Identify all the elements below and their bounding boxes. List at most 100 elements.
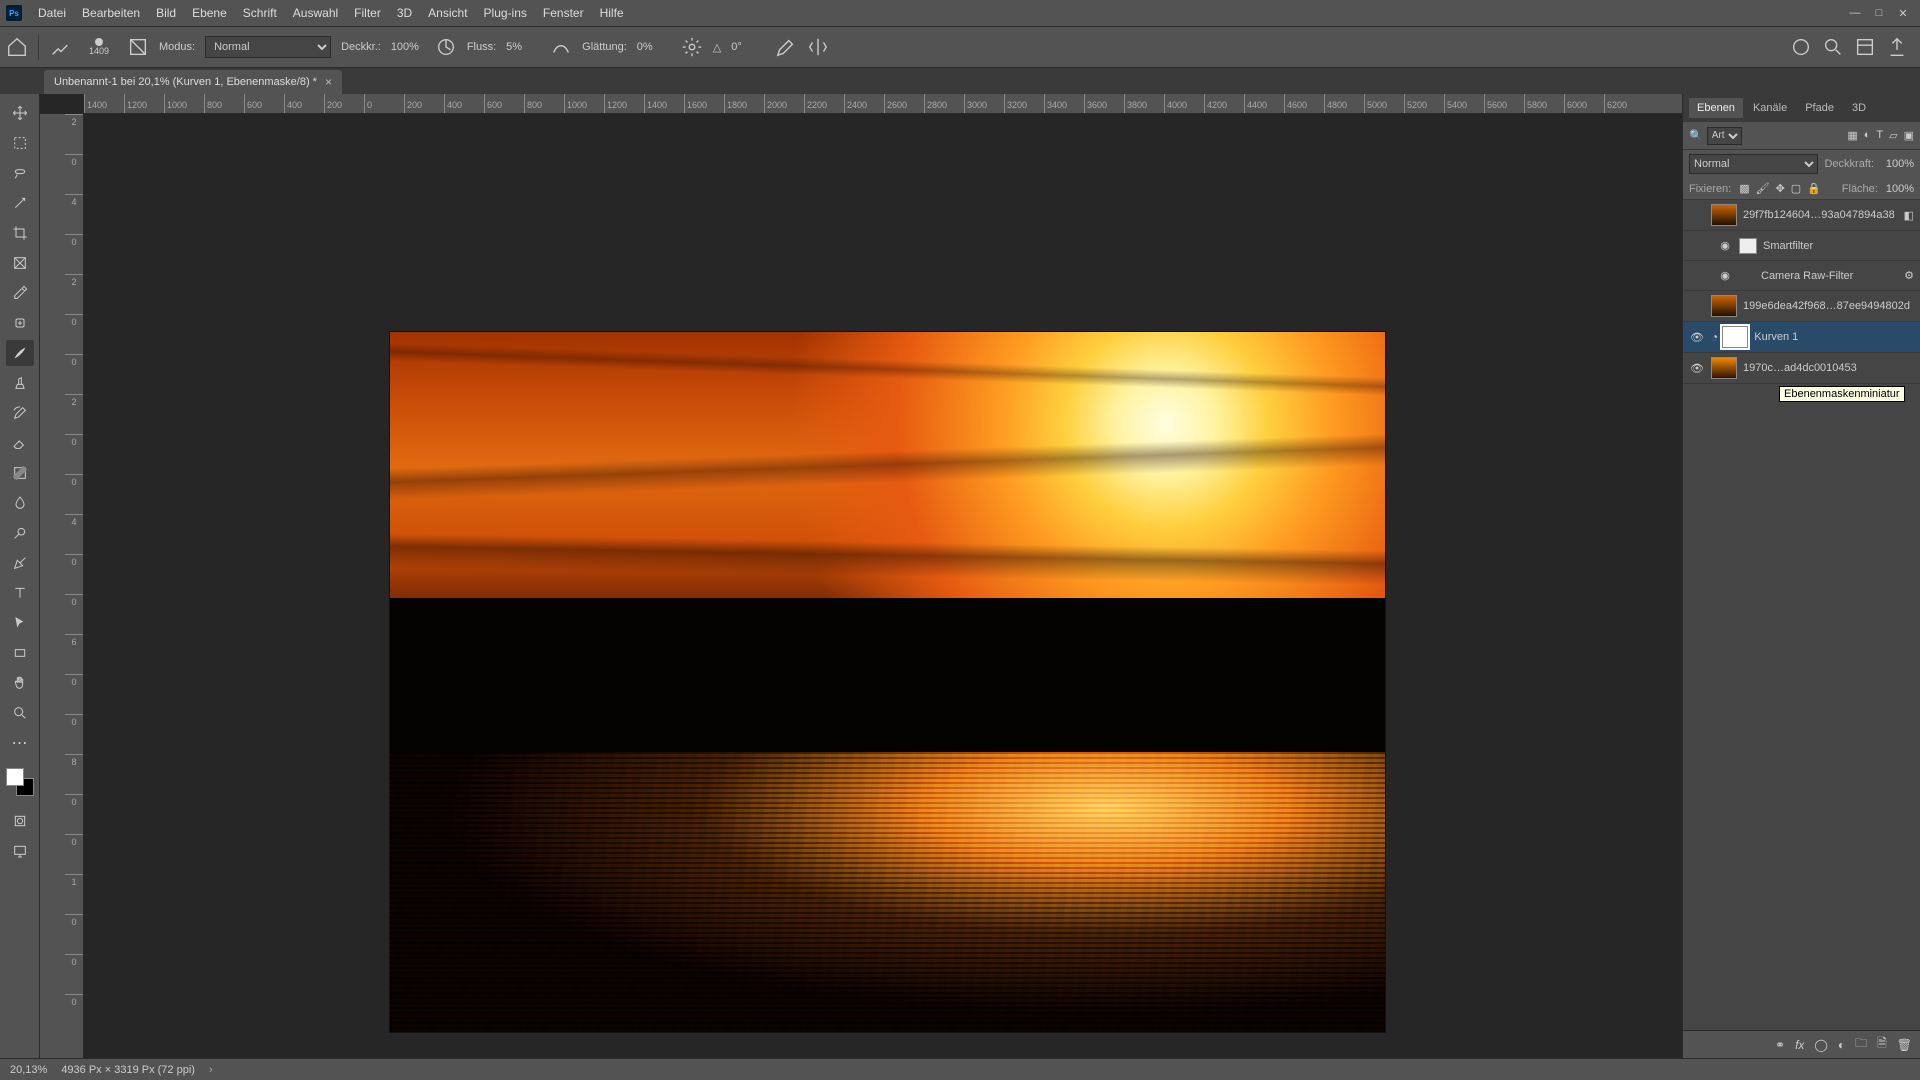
filter-smart-icon[interactable]: ▣ bbox=[1904, 129, 1914, 142]
color-swatches[interactable] bbox=[6, 768, 34, 796]
link-layers-button[interactable]: ⚭ bbox=[1775, 1038, 1785, 1052]
lasso-tool[interactable] bbox=[6, 160, 34, 186]
filter-adjust-icon[interactable]: ◐ bbox=[1864, 129, 1871, 142]
tool-preset-button[interactable] bbox=[49, 36, 71, 58]
gradient-tool[interactable] bbox=[6, 460, 34, 486]
status-flyout-button[interactable]: › bbox=[209, 1064, 213, 1076]
search-icon[interactable] bbox=[1822, 36, 1844, 58]
new-layer-button[interactable]: 🗎 bbox=[1877, 1034, 1887, 1055]
layer-opacity-value[interactable]: 100% bbox=[1880, 158, 1914, 170]
eyedropper-tool[interactable] bbox=[6, 280, 34, 306]
visibility-toggle[interactable]: 👁 bbox=[1689, 360, 1705, 376]
window-maximize-button[interactable]: □ bbox=[1868, 5, 1890, 21]
menu-hilfe[interactable]: Hilfe bbox=[592, 6, 632, 20]
menu-schrift[interactable]: Schrift bbox=[235, 6, 285, 20]
type-tool[interactable] bbox=[6, 580, 34, 606]
layer-row[interactable]: ◉ Smartfilter bbox=[1683, 231, 1920, 261]
zoom-level[interactable]: 20,13% bbox=[10, 1064, 47, 1076]
layer-blend-mode-select[interactable]: Normal bbox=[1689, 154, 1818, 174]
filter-pixel-icon[interactable]: ▦ bbox=[1847, 129, 1857, 142]
window-minimize-button[interactable]: — bbox=[1844, 5, 1866, 21]
lock-pixels-icon[interactable]: 🖌 bbox=[1756, 182, 1770, 195]
lock-transparency-icon[interactable]: ▩ bbox=[1739, 182, 1749, 195]
layer-thumbnail[interactable] bbox=[1711, 295, 1737, 317]
menu-plugins[interactable]: Plug-ins bbox=[476, 6, 535, 20]
magic-wand-tool[interactable] bbox=[6, 190, 34, 216]
layer-row[interactable]: ◉ Camera Raw-Filter ⚙ bbox=[1683, 261, 1920, 291]
visibility-toggle[interactable]: ◉ bbox=[1717, 238, 1733, 254]
panel-tab-3d[interactable]: 3D bbox=[1844, 98, 1874, 118]
fill-value[interactable]: 100% bbox=[1886, 183, 1914, 195]
layer-style-button[interactable]: fx bbox=[1795, 1038, 1804, 1052]
visibility-toggle[interactable] bbox=[1689, 298, 1705, 314]
airbrush-button[interactable] bbox=[550, 36, 572, 58]
brush-panel-toggle-button[interactable] bbox=[127, 36, 149, 58]
history-brush-tool[interactable] bbox=[6, 400, 34, 426]
flow-value[interactable]: 5% bbox=[506, 41, 540, 53]
smart-filter-mask-thumbnail[interactable] bbox=[1739, 238, 1757, 254]
menu-filter[interactable]: Filter bbox=[346, 6, 389, 20]
clone-stamp-tool[interactable] bbox=[6, 370, 34, 396]
share-button[interactable] bbox=[1886, 36, 1908, 58]
marquee-tool[interactable] bbox=[6, 130, 34, 156]
canvas-area[interactable]: 1400120010008006004002000200400600800100… bbox=[40, 94, 1682, 1058]
layer-row[interactable]: 199e6dea42f968…87ee9494802d bbox=[1683, 291, 1920, 322]
tablet-pressure-size-button[interactable] bbox=[775, 36, 797, 58]
smoothing-value[interactable]: 0% bbox=[637, 41, 671, 53]
blur-tool[interactable] bbox=[6, 490, 34, 516]
close-tab-button[interactable]: × bbox=[325, 75, 332, 89]
add-mask-button[interactable]: ◯ bbox=[1814, 1038, 1827, 1052]
crop-tool[interactable] bbox=[6, 220, 34, 246]
menu-bild[interactable]: Bild bbox=[148, 6, 184, 20]
new-adjustment-button[interactable]: ◐ bbox=[1838, 1038, 1845, 1052]
dodge-tool[interactable] bbox=[6, 520, 34, 546]
lock-all-icon[interactable]: 🔒 bbox=[1807, 182, 1821, 195]
layer-name[interactable]: Kurven 1 bbox=[1754, 331, 1914, 343]
lock-artboard-icon[interactable]: ▢ bbox=[1791, 182, 1801, 195]
layer-row[interactable]: 👁 1970c…ad4dc0010453 bbox=[1683, 353, 1920, 384]
layer-thumbnail[interactable] bbox=[1711, 357, 1737, 379]
layer-mask-thumbnail[interactable] bbox=[1722, 326, 1748, 348]
path-selection-tool[interactable] bbox=[6, 610, 34, 636]
menu-datei[interactable]: Datei bbox=[30, 6, 74, 20]
opacity-pressure-button[interactable] bbox=[435, 36, 457, 58]
pen-tool[interactable] bbox=[6, 550, 34, 576]
filter-shape-icon[interactable]: ▱ bbox=[1889, 129, 1897, 142]
menu-ebene[interactable]: Ebene bbox=[184, 6, 235, 20]
layer-name[interactable]: 29f7fb124604…93a047894a38 bbox=[1743, 209, 1898, 221]
panel-tab-kanaele[interactable]: Kanäle bbox=[1745, 98, 1795, 118]
zoom-tool[interactable] bbox=[6, 700, 34, 726]
quick-mask-button[interactable] bbox=[6, 808, 34, 834]
visibility-toggle[interactable]: ◉ bbox=[1717, 268, 1733, 284]
delete-layer-button[interactable]: 🗑 bbox=[1897, 1038, 1912, 1052]
menu-fenster[interactable]: Fenster bbox=[535, 6, 592, 20]
blend-mode-select[interactable]: Normal bbox=[205, 36, 331, 58]
healing-brush-tool[interactable] bbox=[6, 310, 34, 336]
layer-filter-type-select[interactable]: Art bbox=[1707, 127, 1742, 145]
edit-toolbar-button[interactable]: ⋯ bbox=[6, 730, 34, 756]
move-tool[interactable] bbox=[6, 100, 34, 126]
layer-name[interactable]: 199e6dea42f968…87ee9494802d bbox=[1743, 300, 1914, 312]
foreground-color-swatch[interactable] bbox=[6, 768, 24, 786]
menu-3d[interactable]: 3D bbox=[389, 6, 420, 20]
panel-tab-ebenen[interactable]: Ebenen bbox=[1689, 98, 1743, 118]
visibility-toggle[interactable]: 👁 bbox=[1689, 329, 1705, 345]
new-group-button[interactable]: 🗀 bbox=[1855, 1034, 1867, 1055]
layer-name[interactable]: Camera Raw-Filter bbox=[1739, 270, 1898, 282]
opacity-value[interactable]: 100% bbox=[391, 41, 425, 53]
screen-mode-button[interactable] bbox=[6, 838, 34, 864]
cloud-docs-icon[interactable] bbox=[1790, 36, 1812, 58]
menu-auswahl[interactable]: Auswahl bbox=[285, 6, 346, 20]
angle-value[interactable]: 0° bbox=[731, 41, 765, 53]
layer-thumbnail[interactable] bbox=[1711, 204, 1737, 226]
frame-tool[interactable] bbox=[6, 250, 34, 276]
layer-row[interactable]: 29f7fb124604…93a047894a38 ◧ bbox=[1683, 200, 1920, 231]
filter-type-icon[interactable]: T bbox=[1876, 129, 1883, 142]
window-close-button[interactable]: ✕ bbox=[1892, 5, 1914, 21]
brush-preset-picker[interactable]: 1409 bbox=[81, 33, 117, 61]
symmetry-button[interactable] bbox=[807, 36, 829, 58]
document-canvas[interactable] bbox=[390, 332, 1385, 1032]
filter-options-icon[interactable]: ⚙ bbox=[1904, 269, 1914, 282]
menu-bearbeiten[interactable]: Bearbeiten bbox=[74, 6, 148, 20]
eraser-tool[interactable] bbox=[6, 430, 34, 456]
